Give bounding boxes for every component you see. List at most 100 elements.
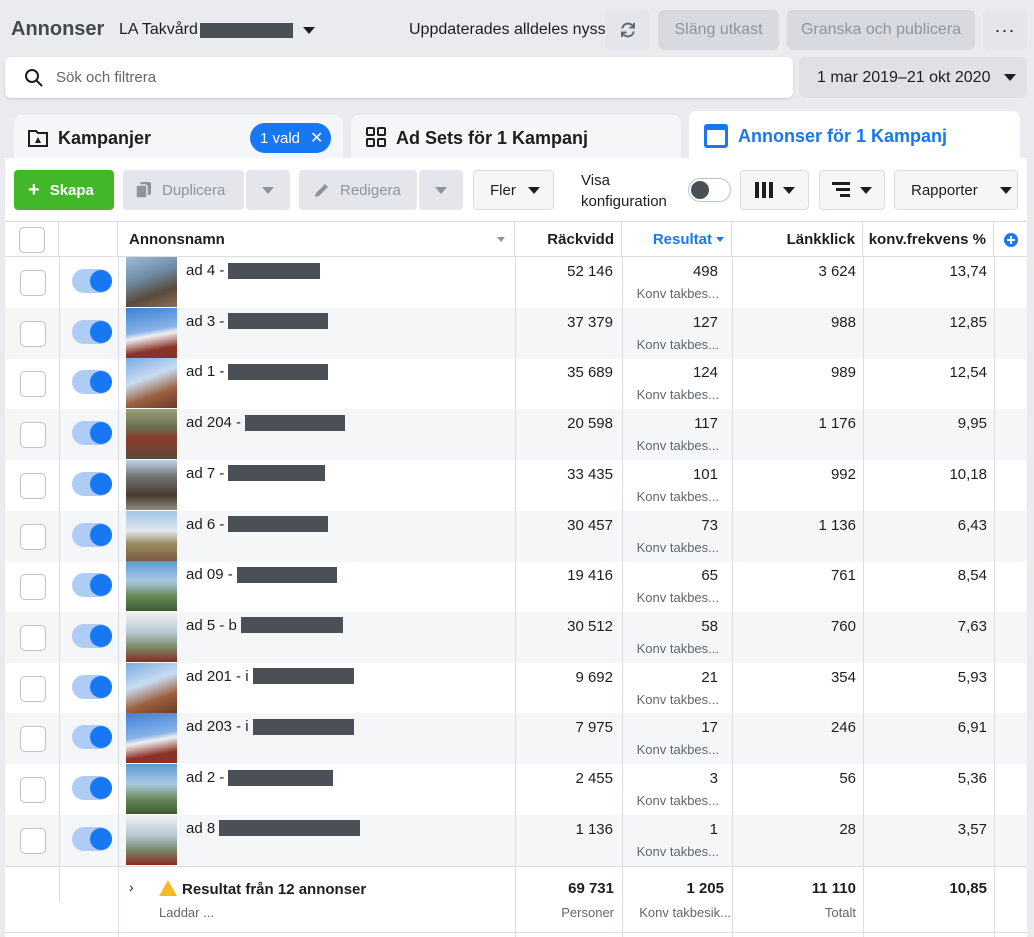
breakdown-button[interactable]: [819, 170, 885, 210]
column-conv-freq-label: konv.frekvens %: [868, 231, 986, 248]
ad-thumbnail[interactable]: [126, 814, 177, 865]
tab-adsets[interactable]: Ad Sets för 1 Kampanj: [351, 115, 681, 161]
row-checkbox[interactable]: [20, 320, 46, 347]
ad-name-cell[interactable]: ad 204 -: [186, 414, 346, 431]
ad-status-toggle[interactable]: [72, 674, 112, 699]
ad-status-toggle[interactable]: [72, 269, 112, 293]
table-row[interactable]: ad 8 1 136 1 Konv takbes... 28 3,57: [5, 814, 1027, 866]
reach-value: 20 598: [567, 415, 613, 433]
tab-campaigns[interactable]: Kampanjer 1 vald ✕: [14, 115, 343, 161]
selected-count-chip[interactable]: 1 vald ✕: [250, 123, 331, 153]
ad-name-cell[interactable]: ad 3 -: [186, 313, 329, 330]
ad-status-toggle[interactable]: [72, 623, 112, 648]
ad-name-cell[interactable]: ad 1 -: [186, 363, 329, 380]
ad-name-cell[interactable]: ad 6 -: [186, 516, 329, 533]
row-checkbox[interactable]: [20, 371, 46, 398]
ad-thumbnail[interactable]: [126, 611, 177, 662]
ad-thumbnail[interactable]: [126, 662, 177, 713]
table-row[interactable]: ad 204 - 20 598 117 Konv takbes... 1 176 9,95: [5, 409, 1027, 461]
ad-thumbnail[interactable]: [126, 409, 177, 460]
ad-thumbnail[interactable]: [126, 561, 177, 612]
ad-name-cell[interactable]: ad 201 - i: [186, 668, 354, 685]
column-divider: [863, 257, 864, 937]
tab-ads[interactable]: Annonser för 1 Kampanj: [689, 111, 1020, 163]
table-row[interactable]: ad 1 - 35 689 124 Konv takbes... 989 12,54: [5, 358, 1027, 409]
ad-status-toggle[interactable]: [72, 776, 112, 800]
reports-button[interactable]: Rapporter: [894, 170, 1018, 210]
link-clicks-value: 246: [830, 719, 856, 737]
ad-status-toggle[interactable]: [72, 573, 112, 598]
column-header-conv-freq[interactable]: konv.frekvens %: [863, 222, 994, 257]
row-checkbox[interactable]: [20, 472, 46, 499]
toggle-knob: [90, 523, 112, 546]
more-actions-button[interactable]: Fler: [473, 170, 554, 210]
column-header-results[interactable]: Resultat: [622, 222, 732, 257]
table-row[interactable]: ad 09 - 19 416 65 Konv takbes... 761 8,54: [5, 561, 1027, 612]
show-config-toggle[interactable]: [688, 178, 731, 202]
ad-status-toggle[interactable]: [72, 370, 112, 395]
ad-thumbnail[interactable]: [126, 510, 177, 561]
ad-thumbnail[interactable]: [126, 358, 177, 409]
reach-value: 1 136: [575, 820, 613, 838]
ad-name-cell[interactable]: ad 5 - b: [186, 617, 343, 634]
columns-button[interactable]: [740, 170, 809, 210]
row-checkbox[interactable]: [20, 777, 46, 803]
edit-menu-button[interactable]: [419, 170, 463, 210]
table-row[interactable]: ad 4 - 52 146 498 Konv takbes... 3 624 13,74: [5, 257, 1027, 308]
ad-thumbnail[interactable]: [126, 713, 177, 764]
row-checkbox[interactable]: [20, 675, 46, 702]
account-selector[interactable]: LA Takvård: [119, 21, 315, 39]
ad-name-cell[interactable]: ad 8: [186, 820, 361, 837]
row-checkbox[interactable]: [20, 523, 46, 550]
discard-drafts-button[interactable]: Släng utkast: [658, 10, 779, 50]
chevron-right-icon[interactable]: ›: [129, 879, 134, 895]
date-range-picker[interactable]: 1 mar 2019–21 okt 2020: [799, 57, 1027, 98]
column-header-link-clicks[interactable]: Länkklick: [732, 222, 863, 257]
tab-ads-label: Annonser för 1 Kampanj: [738, 126, 948, 146]
table-row[interactable]: ad 201 - i 9 692 21 Konv takbes... 354 5,93: [5, 662, 1027, 714]
column-header-reach[interactable]: Räckvidd: [515, 222, 622, 257]
ad-name-cell[interactable]: ad 09 -: [186, 566, 337, 583]
add-column-icon[interactable]: [1003, 232, 1018, 247]
table-row[interactable]: ad 3 - 37 379 127 Konv takbes... 988 12,85: [5, 307, 1027, 359]
ad-thumbnail[interactable]: [126, 307, 177, 358]
table-row[interactable]: ad 5 - b 30 512 58 Konv takbes... 760 7,63: [5, 611, 1027, 663]
ad-status-toggle[interactable]: [72, 522, 112, 547]
ad-name: ad 7 -: [186, 464, 225, 482]
table-row[interactable]: ad 2 - 2 455 3 Konv takbes... 56 5,36: [5, 764, 1027, 815]
row-checkbox[interactable]: [20, 726, 46, 753]
row-checkbox[interactable]: [20, 422, 46, 449]
select-all-checkbox[interactable]: [18, 226, 45, 253]
ad-status-toggle[interactable]: [72, 471, 112, 496]
row-checkbox[interactable]: [20, 624, 46, 651]
create-button[interactable]: + Skapa: [14, 170, 114, 210]
row-checkbox[interactable]: [20, 574, 46, 601]
duplicate-menu-button[interactable]: [246, 170, 290, 210]
row-checkbox[interactable]: [20, 827, 46, 854]
results-value: 21: [701, 668, 718, 686]
ad-thumbnail[interactable]: [126, 764, 177, 814]
ad-name-cell[interactable]: ad 4 -: [186, 262, 321, 279]
close-icon[interactable]: ✕: [310, 128, 323, 148]
ad-status-toggle[interactable]: [72, 319, 112, 344]
ad-name: ad 201 - i: [186, 667, 249, 685]
ad-thumbnail[interactable]: [126, 459, 177, 510]
ad-status-toggle[interactable]: [72, 421, 112, 446]
edit-button[interactable]: Redigera: [299, 170, 417, 210]
row-checkbox[interactable]: [20, 270, 46, 296]
table-row[interactable]: ad 6 - 30 457 73 Konv takbes... 1 136 6,43: [5, 510, 1027, 562]
search-filter-bar[interactable]: Sök och filtrera: [5, 57, 793, 98]
ad-status-toggle[interactable]: [72, 725, 112, 750]
review-publish-button[interactable]: Granska och publicera: [787, 10, 975, 50]
ad-name-cell[interactable]: ad 7 -: [186, 464, 326, 482]
table-row[interactable]: ad 7 - 33 435 101 Konv takbes... 992 10,18: [5, 459, 1027, 511]
refresh-button[interactable]: [605, 10, 650, 50]
ad-status-toggle[interactable]: [72, 826, 112, 851]
table-row[interactable]: ad 203 - i 7 975 17 Konv takbes... 246 6,91: [5, 713, 1027, 765]
duplicate-button[interactable]: Duplicera: [123, 170, 244, 210]
ad-name-cell[interactable]: ad 203 - i: [186, 718, 354, 735]
ad-thumbnail[interactable]: [126, 257, 177, 307]
more-options-button[interactable]: ···: [983, 10, 1027, 50]
column-header-name[interactable]: Annonsnamn: [118, 222, 515, 257]
ad-name-cell[interactable]: ad 2 -: [186, 769, 334, 786]
